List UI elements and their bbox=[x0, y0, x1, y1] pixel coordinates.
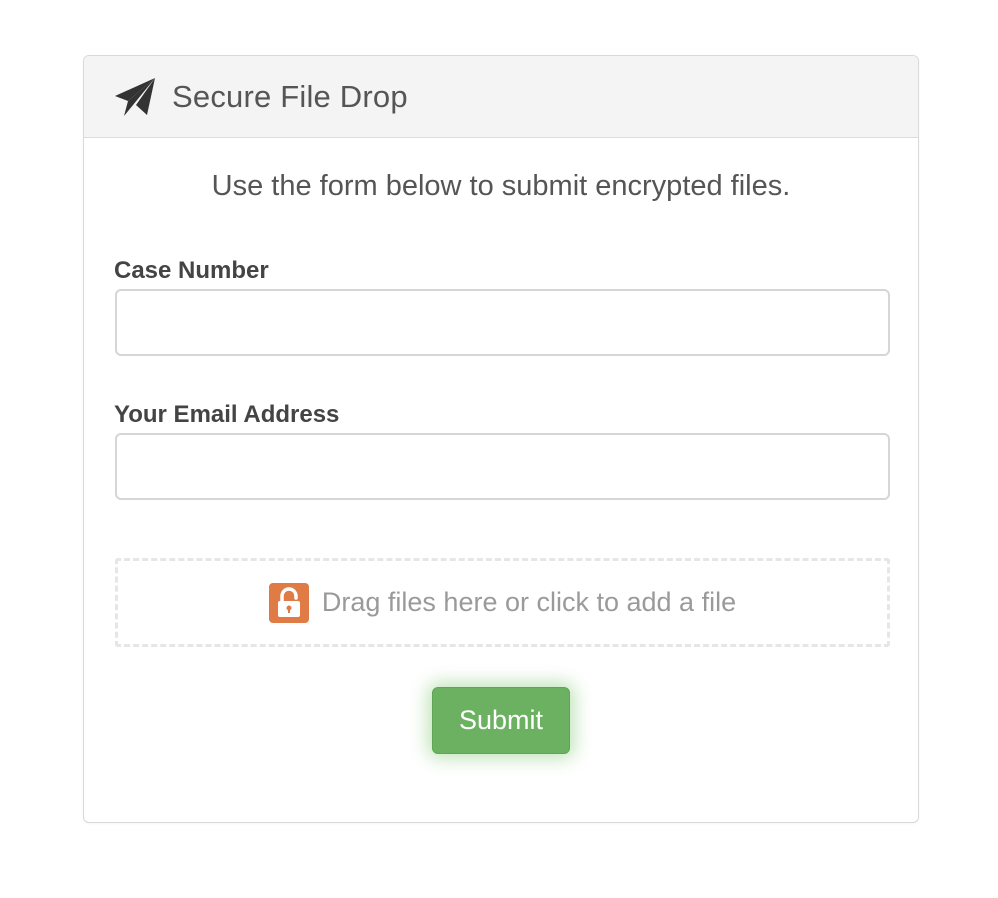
case-number-input[interactable] bbox=[115, 289, 890, 356]
email-label: Your Email Address bbox=[114, 401, 340, 428]
case-number-label: Case Number bbox=[114, 257, 269, 284]
email-input[interactable] bbox=[115, 433, 890, 500]
file-dropzone[interactable]: Drag files here or click to add a file bbox=[115, 558, 890, 647]
intro-text: Use the form below to submit encrypted f… bbox=[211, 170, 791, 202]
secure-file-drop-panel: Secure File Drop Use the form below to s… bbox=[83, 55, 919, 823]
submit-button[interactable]: Submit bbox=[432, 687, 570, 754]
paper-plane-icon bbox=[114, 76, 156, 118]
lock-icon bbox=[268, 582, 309, 623]
dropzone-text: Drag files here or click to add a file bbox=[321, 587, 737, 617]
panel-title: Secure File Drop bbox=[172, 78, 408, 114]
panel-header: Secure File Drop bbox=[84, 56, 918, 138]
